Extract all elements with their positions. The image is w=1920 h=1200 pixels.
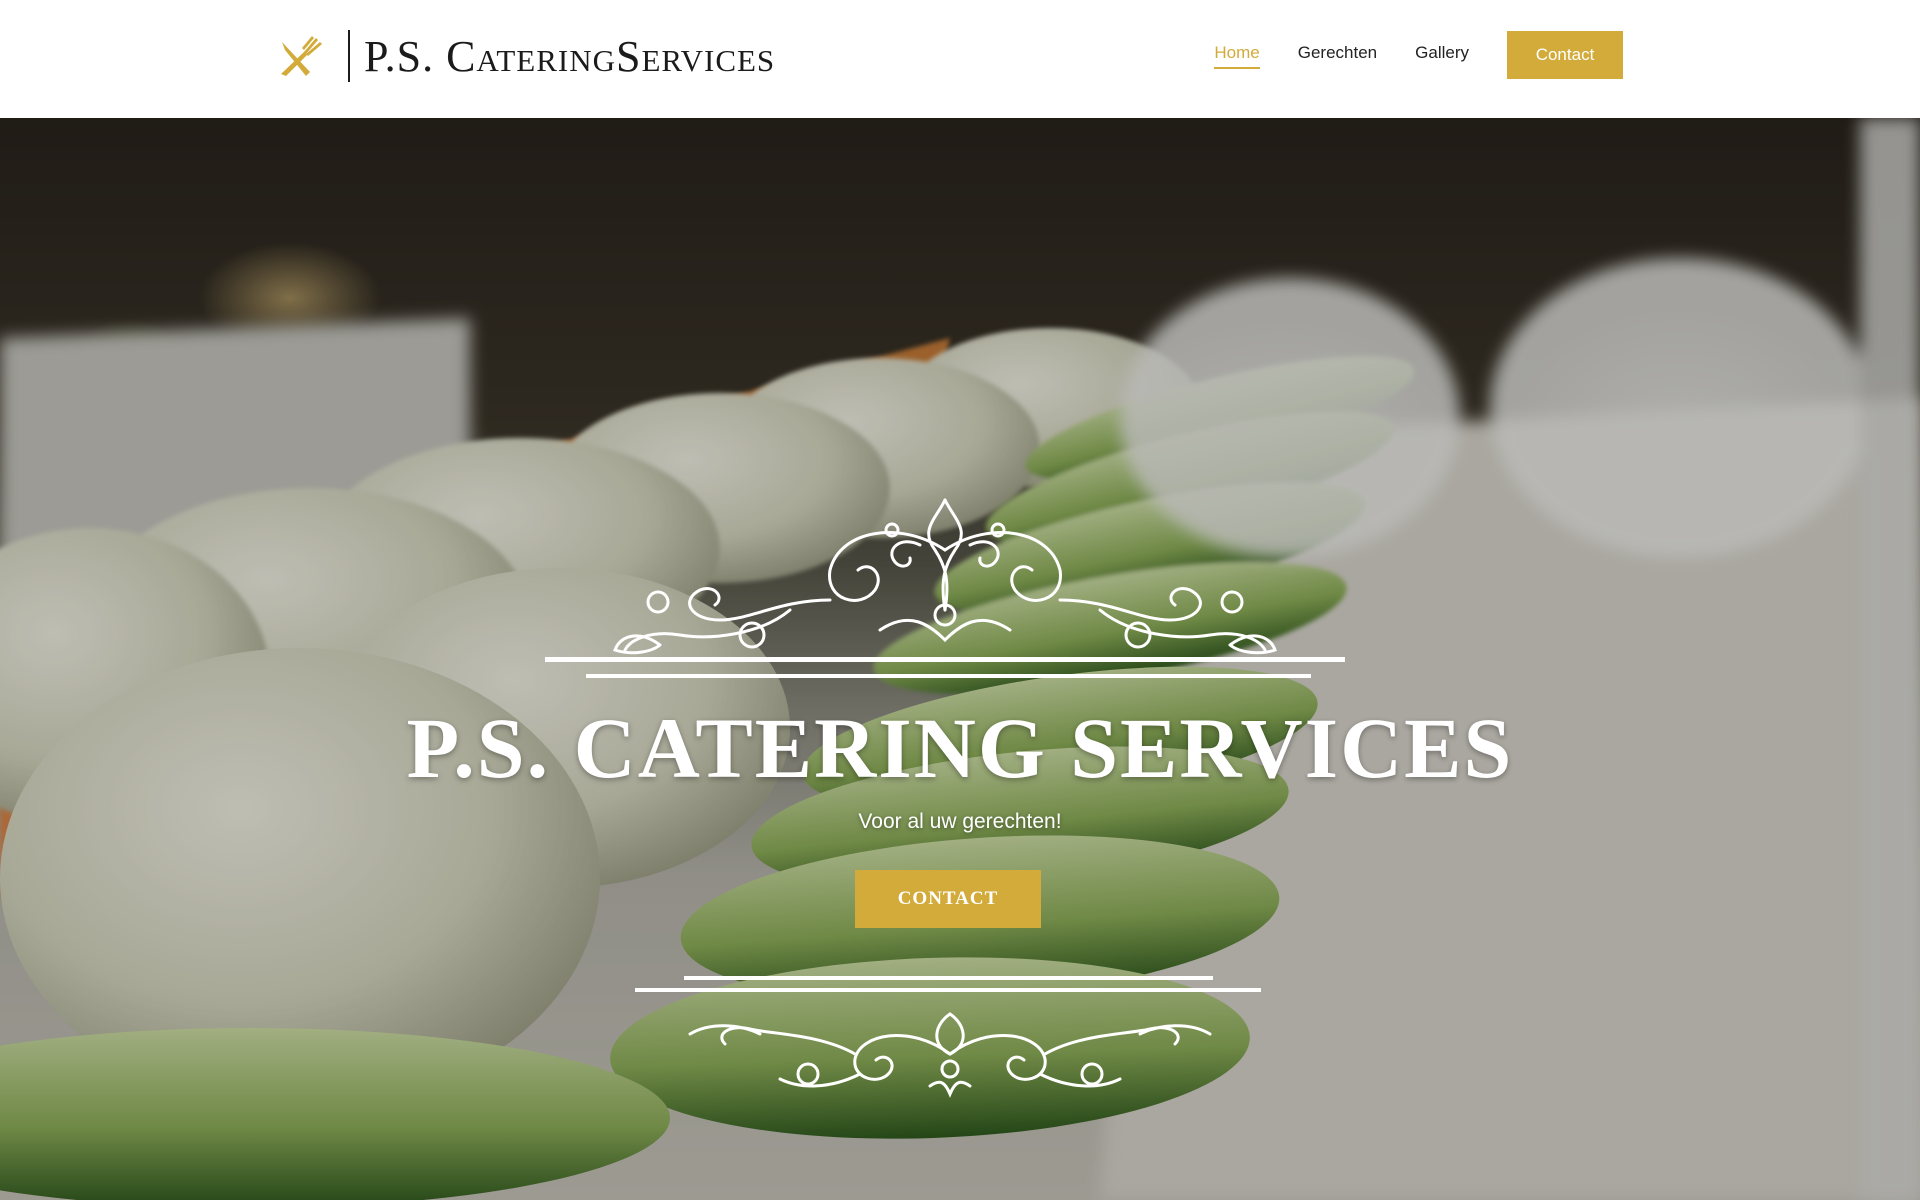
hero-title: P.S. CATERING SERVICES [406,700,1514,796]
site-logo[interactable]: P.S. CateringServices [276,28,775,84]
ornament-bottom-line-short [684,976,1213,980]
ornament-top-line [586,674,1311,678]
ornament-bottom-line-long [635,988,1261,992]
hero-contact-button[interactable]: CONTACT [855,870,1041,928]
site-header: P.S. CateringServices Home Gerechten Gal… [0,0,1920,118]
logo-divider [348,30,350,82]
fork-knife-icon [281,36,322,76]
main-nav: Home Gerechten Gallery Contact [1214,31,1623,79]
nav-gallery[interactable]: Gallery [1415,43,1469,67]
nav-home[interactable]: Home [1214,43,1261,69]
flourish-ornament-bottom-icon [688,1012,1212,1098]
hero-section: P.S. CATERING SERVICES Voor al uw gerech… [0,118,1920,1200]
hero-subtitle: Voor al uw gerechten! [858,810,1062,833]
logo-text: P.S. CateringServices [364,31,776,81]
nav-contact-button[interactable]: Contact [1507,31,1623,79]
flourish-ornament-icon [545,498,1345,662]
nav-gerechten[interactable]: Gerechten [1298,43,1377,67]
